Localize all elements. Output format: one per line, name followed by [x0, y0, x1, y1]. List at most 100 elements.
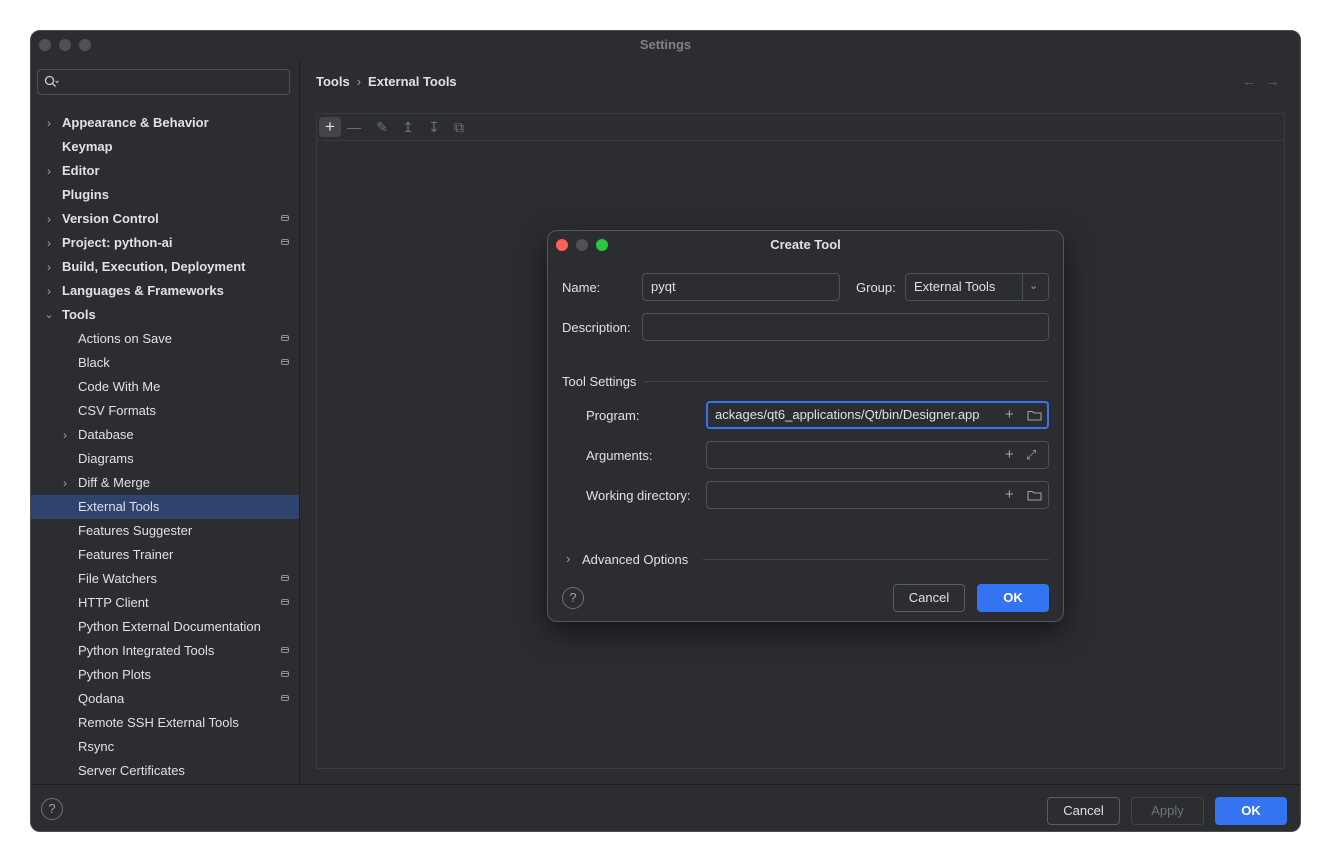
chevron-right-icon: › [47, 284, 51, 298]
tree-item-http-client[interactable]: HTTP Client [31, 591, 299, 615]
tree-item-file-watchers[interactable]: File Watchers [31, 567, 299, 591]
name-input[interactable]: pyqt [642, 273, 840, 301]
project-scope-icon [281, 599, 289, 605]
tree-item-features-suggester[interactable]: Features Suggester [31, 519, 299, 543]
dropdown-arrow-icon: ⌄ [1029, 280, 1039, 292]
cancel-button[interactable]: Cancel [1047, 797, 1120, 825]
expand-icon[interactable]: ⤢ [1026, 442, 1036, 468]
tree-item-features-trainer[interactable]: Features Trainer [31, 543, 299, 567]
create-tool-dialog: Create Tool Name: pyqt Group: External T… [547, 230, 1064, 622]
tree-item-label: Python Integrated Tools [78, 643, 215, 658]
tree-item-database[interactable]: › Database [31, 423, 299, 447]
dialog-cancel-button[interactable]: Cancel [893, 584, 965, 612]
program-input[interactable]: ackages/qt6_applications/Qt/bin/Designer… [706, 401, 1049, 429]
breadcrumb-separator-icon: › [356, 74, 362, 89]
tree-item-external-tools[interactable]: External Tools [31, 495, 299, 519]
remove-icon[interactable]: — [343, 117, 365, 137]
tree-item-python-external-documentation[interactable]: Python External Documentation [31, 615, 299, 639]
tree-item-label: Diff & Merge [78, 475, 151, 490]
copy-icon[interactable]: ⧉ [448, 117, 470, 137]
breadcrumb-parent[interactable]: Tools [316, 74, 350, 89]
tree-item-label: Diagrams [78, 451, 134, 466]
tree-item-python-integrated-tools[interactable]: Python Integrated Tools [31, 639, 299, 663]
chevron-right-icon: › [47, 236, 51, 250]
tree-item-label: Actions on Save [78, 331, 172, 346]
tree-item-label: Languages & Frameworks [62, 283, 224, 298]
project-scope-icon [281, 215, 289, 221]
tree-item-actions-on-save[interactable]: Actions on Save [31, 327, 299, 351]
breadcrumb-current: External Tools [368, 74, 457, 89]
search-input[interactable] [37, 69, 290, 95]
apply-button[interactable]: Apply [1131, 797, 1204, 825]
add-icon[interactable]: + [319, 117, 341, 137]
tree-item-label: Qodana [78, 691, 125, 706]
breadcrumb: Tools › External Tools [316, 74, 457, 89]
tree-item-label: Server Certificates [78, 763, 185, 778]
tree-item-project[interactable]: › Project: python-ai [31, 231, 299, 255]
tree-item-label: Build, Execution, Deployment [62, 259, 246, 274]
add-icon[interactable]: + [1005, 403, 1014, 427]
tree-item-diff-merge[interactable]: › Diff & Merge [31, 471, 299, 495]
help-icon[interactable]: ? [41, 798, 63, 820]
tree-item-code-with-me[interactable]: Code With Me [31, 375, 299, 399]
tree-item-diagrams[interactable]: Diagrams [31, 447, 299, 471]
tree-item-label: External Tools [78, 499, 160, 514]
tree-item-csv-formats[interactable]: CSV Formats [31, 399, 299, 423]
tree-item-label: Python Plots [78, 667, 151, 682]
description-input[interactable] [642, 313, 1049, 341]
tree-item-tools[interactable]: ⌄ Tools [31, 303, 299, 327]
tree-item-python-plots[interactable]: Python Plots [31, 663, 299, 687]
tree-item-server-certificates[interactable]: Server Certificates [31, 759, 299, 783]
dialog-ok-button[interactable]: OK [977, 584, 1049, 612]
chevron-right-icon: › [47, 212, 51, 226]
tree-item-label: Database [78, 427, 134, 442]
tree-item-build[interactable]: › Build, Execution, Deployment [31, 255, 299, 279]
tree-item-label: Black [78, 355, 110, 370]
project-scope-icon [281, 695, 289, 701]
advanced-options-toggle[interactable]: Advanced Options [582, 552, 688, 567]
help-icon[interactable]: ? [562, 587, 584, 609]
group-select[interactable]: External Tools ⌄ [905, 273, 1049, 301]
tree-item-rsync[interactable]: Rsync [31, 735, 299, 759]
tree-item-label: HTTP Client [78, 595, 149, 610]
tree-item-black[interactable]: Black [31, 351, 299, 375]
workdir-input[interactable]: + [706, 481, 1049, 509]
dialog-title: Create Tool [770, 237, 841, 252]
tree-item-label: Version Control [62, 211, 159, 226]
back-arrow-icon[interactable]: ← [1242, 73, 1265, 90]
tree-item-label: Keymap [62, 139, 113, 154]
tree-item-appearance[interactable]: › Appearance & Behavior [31, 111, 299, 135]
edit-icon[interactable]: ✎ [371, 117, 393, 137]
project-scope-icon [281, 239, 289, 245]
tree-item-qodana[interactable]: Qodana [31, 687, 299, 711]
description-label: Description: [562, 320, 631, 335]
add-icon[interactable]: + [1005, 482, 1014, 508]
tree-item-languages[interactable]: › Languages & Frameworks [31, 279, 299, 303]
advanced-divider [703, 559, 1049, 560]
tree-item-label: Appearance & Behavior [62, 115, 209, 130]
add-icon[interactable]: + [1005, 442, 1014, 468]
tree-item-label: Project: python-ai [62, 235, 173, 250]
group-select-value: External Tools [914, 279, 996, 294]
chevron-right-icon: › [47, 116, 51, 130]
tree-item-label: Editor [62, 163, 100, 178]
tree-item-remote-ssh-external-tools[interactable]: Remote SSH External Tools [31, 711, 299, 735]
tree-item-keymap[interactable]: Keymap [31, 135, 299, 159]
ok-button[interactable]: OK [1215, 797, 1287, 825]
tree-item-version-control[interactable]: › Version Control [31, 207, 299, 231]
forward-arrow-icon[interactable]: → [1265, 73, 1288, 90]
move-up-icon[interactable]: ↥ [397, 117, 419, 137]
section-divider [644, 381, 1049, 382]
arguments-input[interactable]: + ⤢ [706, 441, 1049, 469]
search-icon [44, 75, 59, 87]
tree-item-plugins[interactable]: Plugins [31, 183, 299, 207]
project-scope-icon [281, 575, 289, 581]
chevron-right-icon[interactable]: › [566, 551, 570, 566]
folder-icon[interactable] [1027, 489, 1042, 501]
history-navigation: ←→ [1242, 73, 1288, 90]
move-down-icon[interactable]: ↧ [423, 117, 445, 137]
group-label: Group: [856, 280, 896, 295]
folder-icon[interactable] [1027, 409, 1042, 421]
tree-item-editor[interactable]: › Editor [31, 159, 299, 183]
title-bar: Settings [31, 31, 1300, 59]
